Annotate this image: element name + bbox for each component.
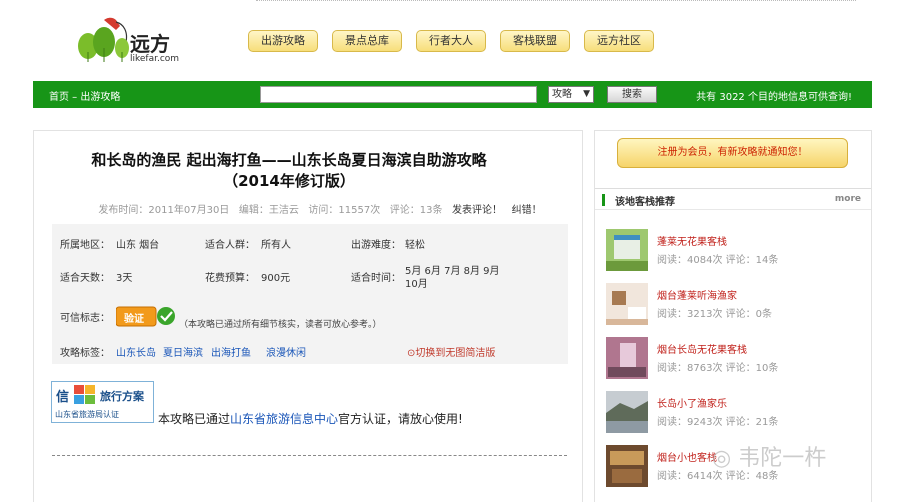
search-bar: 首页 – 出游攻略 攻略 ▼ 搜索 共有 3022 个目的地信息可供查询!: [33, 81, 872, 108]
tag-link[interactable]: 山东长岛: [116, 344, 156, 359]
cert-text-prefix: 本攻略已通过: [158, 412, 231, 426]
hotel-thumbnail[interactable]: [606, 283, 648, 325]
days-value: 3天: [116, 273, 133, 284]
article-title-line-2: （2014年修订版）: [223, 172, 355, 190]
nav-travel-guides[interactable]: 出游攻略: [248, 30, 318, 52]
hotel-item[interactable]: 烟台蓬莱听海渔家 阅读：3213次 评论：0条: [606, 283, 866, 329]
trust-note: （本攻略已通过所有细节核实，读者可放心参考。）: [179, 320, 382, 330]
section-marker: [602, 194, 605, 206]
watermark: ◎ 韦陀一杵: [712, 440, 826, 472]
inn-recommend-header: 该地客栈推荐 more: [595, 188, 871, 210]
watermark-text: 韦陀一杵: [738, 446, 827, 471]
certification-badge: 信 旅行方案 山东省旅游局认证: [51, 381, 154, 423]
verified-badge-label: 验证: [124, 314, 144, 325]
article-title-line-1: 和长岛的渔民 起出海打鱼——山东长岛夏日海滨自助游攻略: [91, 151, 487, 169]
hotel-name[interactable]: 蓬莱无花果客栈: [657, 233, 727, 248]
hotel-item[interactable]: 蓬莱无花果客栈 阅读：4084次 评论：14条: [606, 229, 866, 275]
cert-text-suffix: 官方认证，请放心使用!: [338, 412, 463, 426]
hotel-name[interactable]: 烟台小也客栈: [657, 449, 717, 464]
top-nav: 出游攻略 景点总库 行者大人 客栈联盟 远方社区: [248, 30, 654, 52]
hotel-name[interactable]: 烟台长岛无花果客栈: [657, 341, 747, 356]
region-value: 山东 烟台: [116, 240, 160, 251]
more-link[interactable]: more: [835, 194, 861, 204]
tourism-center-link[interactable]: 山东省旅游信息中心: [230, 412, 338, 426]
days-label: 适合天数：: [60, 273, 110, 284]
report-error-link[interactable]: 纠错！: [512, 205, 542, 216]
hotel-item[interactable]: 长岛小了渔家乐 阅读：9243次 评论：21条: [606, 391, 866, 437]
hotel-thumbnail[interactable]: [606, 337, 648, 379]
tag-link[interactable]: 夏日海滨: [163, 344, 203, 359]
editor: 编辑：王洁云: [238, 205, 299, 216]
nav-attractions[interactable]: 景点总库: [332, 30, 402, 52]
hotel-thumbnail[interactable]: [606, 229, 648, 271]
crowd-label: 适合人群：: [205, 240, 255, 251]
hotel-stats: 阅读：8763次 评论：10条: [657, 363, 779, 374]
trust-label: 可信标志：: [60, 313, 110, 324]
nav-community[interactable]: 远方社区: [584, 30, 654, 52]
crowd-value: 所有人: [261, 240, 291, 251]
destination-count: 共有 3022 个目的地信息可供查询!: [696, 92, 852, 103]
top-dotted-rule: [256, 0, 856, 1]
search-type-value: 攻略: [552, 89, 572, 100]
dashed-divider: [52, 455, 567, 456]
season-label: 适合时间：: [351, 273, 401, 284]
hotel-item[interactable]: 烟台长岛无花果客栈 阅读：8763次 评论：10条: [606, 337, 866, 383]
search-type-select[interactable]: 攻略 ▼: [548, 86, 594, 103]
certification-badge-sub: 山东省旅游局认证: [55, 410, 119, 419]
hotel-thumbnail[interactable]: [606, 391, 648, 433]
view-count: 访问：11557次: [308, 205, 381, 216]
logo-domain: likefar.com: [130, 54, 180, 64]
article-title: 和长岛的渔民 起出海打鱼——山东长岛夏日海滨自助游攻略 （2014年修订版）: [40, 150, 538, 192]
hotel-thumbnail[interactable]: [606, 445, 648, 487]
certification-badge-char: 信: [56, 390, 70, 405]
tags-label: 攻略标签：: [60, 348, 110, 359]
hotel-name[interactable]: 烟台蓬莱听海渔家: [657, 287, 737, 302]
post-comment-link[interactable]: 发表评论！: [452, 205, 502, 216]
tag-link[interactable]: 浪漫休闲: [266, 344, 306, 359]
budget-label: 花费预算：: [205, 273, 255, 284]
inn-recommend-title: 该地客栈推荐: [615, 197, 675, 208]
wechat-icon: ◎: [712, 446, 732, 471]
travel-plan-icon: [74, 385, 95, 404]
nav-travelers[interactable]: 行者大人: [416, 30, 486, 52]
search-button[interactable]: 搜索: [607, 86, 657, 103]
publish-date: 发布时间：2011年07月30日: [98, 205, 230, 216]
hotel-stats: 阅读：9243次 评论：21条: [657, 417, 779, 428]
breadcrumb[interactable]: 首页 – 出游攻略: [49, 88, 120, 103]
nav-inn-alliance[interactable]: 客栈联盟: [500, 30, 570, 52]
comment-count: 评论：13条: [389, 205, 443, 216]
switch-simple-version-link[interactable]: ⊙切换到无图简洁版: [407, 344, 495, 359]
hotel-stats: 阅读：4084次 评论：14条: [657, 255, 779, 266]
difficulty-label: 出游难度：: [351, 240, 401, 251]
search-input[interactable]: [260, 86, 537, 103]
certification-text: 本攻略已通过山东省旅游信息中心官方认证，请放心使用!: [158, 410, 463, 427]
article-meta: 发布时间：2011年07月30日 编辑：王洁云 访问：11557次 评论：13条…: [60, 201, 580, 216]
certification-badge-plan: 旅行方案: [100, 390, 144, 403]
chevron-down-icon: ▼: [583, 89, 590, 99]
logo-text[interactable]: 远方: [130, 28, 170, 57]
register-button[interactable]: 注册为会员，有新攻略就通知您！: [617, 138, 848, 168]
hotel-stats: 阅读：3213次 评论：0条: [657, 309, 772, 320]
season-value-2: 10月: [405, 279, 428, 290]
tag-link[interactable]: 出海打鱼: [211, 344, 251, 359]
hotel-name[interactable]: 长岛小了渔家乐: [657, 395, 727, 410]
region-label: 所属地区：: [60, 240, 110, 251]
difficulty-value: 轻松: [405, 240, 425, 251]
budget-value: 900元: [261, 273, 291, 284]
